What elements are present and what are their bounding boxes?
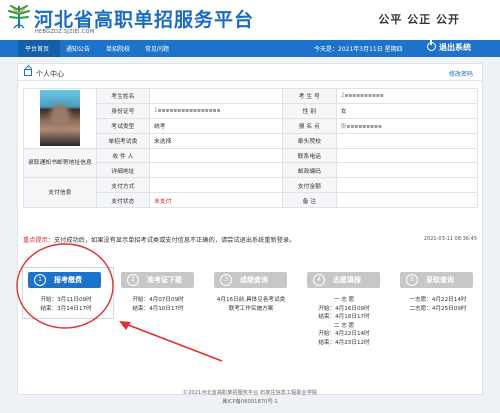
logo-icon: [8, 5, 30, 29]
footer-copyright: ©2021河北省高职单招服务平台 石家庄信息工程职业学院: [182, 390, 318, 396]
student-info-table: 考生姓名 考 生 号 2▪▪▪▪▪▪▪▪▪▪ 身份证号 1▪▪▪▪▪▪▪▪▪▪▪…: [23, 88, 479, 209]
pay-status-label: 支付状态: [95, 192, 150, 209]
step-4-end-1: 结束：4月18日17时: [318, 314, 370, 321]
nav-home[interactable]: 平台首页: [25, 44, 49, 53]
step-1-detail: 开始：3月11日09时 结束：3月14日17时: [24, 296, 108, 313]
id-label: 身份证号: [95, 102, 150, 119]
step-4-round-2: 二 志 愿: [333, 322, 355, 329]
step-admission-ticket-button[interactable]: 2 准考证下载: [121, 272, 194, 288]
mailing-info-label: 录取通知书邮寄地址信息: [23, 147, 97, 179]
reg-site-value: 衡▪▪▪▪▪▪▪▪▪: [335, 117, 479, 134]
step-4-round-1: 一 志 愿: [333, 297, 355, 303]
id-value: 1▪▪▪▪▪▪▪▪▪▪▪▪▪▪▪▪: [148, 102, 283, 119]
remark-label: 备 注: [281, 192, 337, 209]
power-icon: [427, 40, 436, 51]
name-label: 考生姓名: [95, 88, 150, 104]
nav-notices[interactable]: 通知公告: [66, 44, 90, 53]
step-score-query-button[interactable]: 3 成绩查询: [214, 272, 287, 288]
reg-site-label: 报 名 点: [281, 117, 337, 134]
slogan: 公平 公正 公开: [378, 13, 460, 26]
step-number: 4: [313, 274, 325, 286]
header: 河北省高职单招服务平台 HEBGZDZ.SJZIEI.COM 公平 公正 公开: [0, 0, 500, 40]
zip-label: 邮政编码: [281, 162, 337, 179]
change-password-link[interactable]: 修改密码: [449, 69, 473, 78]
lead-college-label: 牵头院校: [281, 132, 337, 149]
step-2-end: 结束：4月10日17时: [132, 305, 184, 312]
step-number: 2: [127, 274, 139, 286]
receiver-label: 收 件 人: [95, 147, 150, 164]
step-3-line-2: 联考工作实施方案: [228, 305, 274, 312]
payment-info-label: 支付信息: [23, 177, 97, 209]
zip-value: [335, 162, 479, 179]
today-date: 今天是：2021年3月11日 星期四: [314, 46, 403, 53]
name-value: [148, 88, 283, 104]
important-notice: 重点提示：支付成功后，如果没有显示单招考试类或支付信息不正确的，请尝试退出系统重…: [23, 235, 295, 244]
step-number: 3: [220, 274, 232, 286]
step-label: 准考证下载: [147, 276, 182, 284]
step-4-end-2: 结束：4月23日12时: [318, 339, 370, 346]
receiver-value: [148, 147, 283, 164]
exam-no-value: 2▪▪▪▪▪▪▪▪▪▪: [335, 88, 479, 104]
step-5-detail: 一志愿：4月22日14时 二志愿：4月25日09时: [396, 296, 480, 313]
step-number: 1: [34, 274, 46, 286]
footer-icp[interactable]: 冀ICP备06001870号-1: [0, 398, 500, 407]
exam-type-value: 统考: [148, 117, 283, 134]
step-3-line-1: 4月16日前,具体见各考试类: [216, 297, 286, 303]
panel-header: 个人中心 修改密码: [18, 64, 482, 81]
logout-button[interactable]: 退出系统: [427, 40, 471, 53]
nav-faq[interactable]: 常见问题: [145, 44, 169, 53]
pay-status-value: 未支付: [148, 192, 283, 209]
step-label: 志愿填报: [333, 276, 361, 284]
photo-cell: [23, 88, 97, 149]
step-3-detail: 4月16日前,具体见各考试类 联考工作实施方案: [209, 296, 293, 313]
step-4-start-2: 开始：4月22日14时: [318, 331, 370, 338]
panel-title: 个人中心: [36, 70, 64, 78]
footer: ©2021河北省高职单招服务平台 石家庄信息工程职业学院 冀ICP备060018…: [0, 389, 500, 407]
step-number: 5: [406, 274, 418, 286]
exam-no-label: 考 生 号: [281, 88, 337, 104]
logout-label: 退出系统: [439, 43, 471, 52]
step-admission-query-button[interactable]: 5 录取查询: [400, 272, 473, 288]
notice-text: 支付成功后，如果没有显示单招考试类或支付信息不正确的，请尝试退出系统重新登录。: [53, 237, 296, 244]
address-label: 详细地址: [95, 162, 150, 179]
notice-timestamp: 2021-03-11 08:36:45: [423, 236, 477, 242]
step-2-start: 开始：4月07日09时: [132, 297, 184, 303]
step-5-round-1: 一志愿：4月22日14时: [409, 297, 467, 303]
lead-college-value: [335, 132, 479, 149]
step-5-round-2: 二志愿：4月25日09时: [409, 305, 467, 312]
personal-center-panel: 个人中心 修改密码 考生姓名 考 生 号 2▪▪▪▪▪▪▪▪▪▪ 身份证号 1▪…: [17, 63, 483, 395]
step-2-detail: 开始：4月07日09时 结束：4月10日17时: [116, 296, 200, 313]
dz-category-value: 未选择: [148, 132, 283, 149]
pay-amount-value: [335, 177, 479, 194]
step-application-button[interactable]: 4 志愿填报: [307, 272, 380, 288]
dz-category-label: 单招考试类: [95, 132, 150, 149]
step-4-detail: 一 志 愿 开始：4月16日09时 结束：4月18日17时 二 志 愿 开始：4…: [302, 296, 386, 348]
step-label: 成绩查询: [240, 276, 268, 284]
exam-type-label: 考试类型: [95, 117, 150, 134]
nav-colleges[interactable]: 单招院校: [106, 44, 130, 53]
process-steps: 1 报考缴费 开始：3月11日09时 结束：3月14日17时 2 准考证下载 开始：…: [18, 252, 482, 370]
gender-label: 性 别: [281, 102, 337, 119]
step-register-pay-button[interactable]: 1 报考缴费: [28, 272, 101, 288]
pay-method-label: 支付方式: [95, 177, 150, 194]
site-title: 河北省高职单招服务平台: [34, 9, 255, 31]
address-value: [148, 162, 283, 179]
pay-method-value: [148, 177, 283, 194]
site-url: HEBGZDZ.SJZIEI.COM: [35, 29, 95, 35]
navbar: 平台首页 通知公告 单招院校 常见问题 今天是：2021年3月11日 星期四 退…: [0, 40, 500, 57]
step-label: 报考缴费: [54, 276, 82, 284]
remark-value: [335, 192, 479, 209]
step-1-end: 结束：3月14日17时: [40, 305, 92, 312]
pay-amount-label: 支付金额: [281, 177, 337, 194]
home-icon: [24, 69, 32, 76]
step-label: 录取查询: [426, 276, 454, 284]
phone-value: [335, 147, 479, 164]
student-photo: [39, 90, 80, 147]
gender-value: 女: [335, 102, 479, 119]
notice-prefix: 重点提示：: [23, 237, 54, 244]
step-1-start: 开始：3月11日09时: [40, 297, 92, 303]
phone-label: 联系电话: [281, 147, 337, 164]
step-4-start-1: 开始：4月16日09时: [318, 305, 370, 312]
